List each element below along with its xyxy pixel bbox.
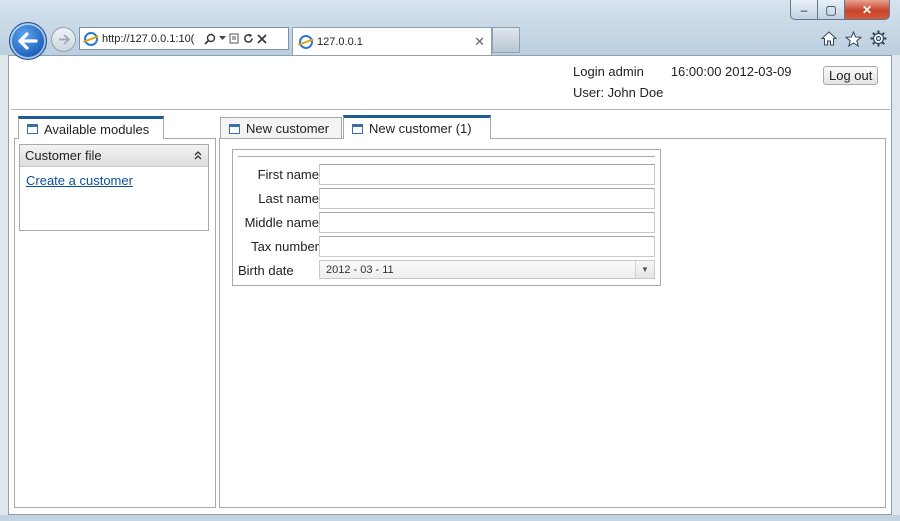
last-name-row: Last name	[233, 187, 662, 211]
refresh-icon[interactable]	[243, 33, 254, 44]
tax-number-label: Tax number	[251, 239, 319, 254]
section-header[interactable]: Customer file	[20, 145, 208, 167]
gear-icon[interactable]	[869, 29, 888, 48]
main-panel: New customer New customer (1) First name…	[218, 112, 886, 508]
form-divider	[238, 156, 655, 157]
window-icon	[229, 123, 240, 134]
clock-text: 16:00:00 2012-03-09	[670, 64, 792, 79]
arrow-left-icon	[18, 32, 38, 50]
address-url[interactable]: http://127.0.0.1:10(	[102, 33, 200, 45]
stop-icon[interactable]	[257, 33, 267, 44]
ie-logo-icon	[84, 31, 98, 46]
birth-date-label: Birth date	[238, 263, 294, 278]
window-icon	[352, 123, 363, 134]
chevron-down-icon[interactable]: ▼	[635, 261, 654, 278]
search-icon[interactable]	[204, 33, 216, 45]
birth-date-value: 2012 - 03 - 11	[326, 263, 394, 276]
window-frame-bottom	[0, 515, 900, 521]
collapse-icon[interactable]	[194, 151, 202, 160]
middle-name-label: Middle name	[244, 215, 319, 230]
forward-button[interactable]	[51, 27, 76, 52]
tab-new-customer-1[interactable]: New customer (1)	[343, 115, 491, 139]
modules-panel: Available modules Customer file Create a…	[14, 112, 216, 508]
browser-tab[interactable]: 127.0.0.1 ✕	[292, 27, 492, 55]
arrow-right-icon	[58, 34, 70, 45]
first-name-label: First name	[257, 167, 319, 182]
first-name-row: First name	[233, 163, 662, 187]
tab-label: New customer (1)	[369, 121, 472, 136]
login-text: Login admin	[573, 64, 644, 79]
first-name-field[interactable]	[319, 164, 655, 185]
tab-new-customer[interactable]: New customer	[220, 117, 342, 139]
tab-label: New customer	[246, 121, 330, 136]
last-name-label: Last name	[258, 191, 319, 206]
middle-name-row: Middle name	[233, 211, 662, 235]
tax-number-row: Tax number	[233, 235, 662, 259]
customer-file-section: Customer file Create a customer	[19, 144, 209, 231]
user-text: User: John Doe	[573, 85, 664, 100]
tab-label: Available modules	[44, 121, 150, 137]
modules-panel-body: Customer file Create a customer	[14, 138, 216, 508]
last-name-field[interactable]	[319, 188, 655, 209]
logout-button[interactable]: Log out	[823, 66, 879, 85]
create-customer-link[interactable]: Create a customer	[26, 173, 133, 188]
home-icon[interactable]	[819, 29, 838, 48]
compatibility-icon[interactable]	[229, 33, 240, 45]
browser-toolbar-icons	[819, 29, 888, 48]
address-tools	[204, 33, 267, 45]
customer-form: First name Last name Middle name Tax num…	[232, 149, 661, 286]
tab-available-modules[interactable]: Available modules	[18, 116, 164, 139]
minimize-button[interactable]: ‒	[790, 0, 818, 20]
section-title: Customer file	[25, 148, 102, 163]
middle-name-field[interactable]	[319, 212, 655, 233]
close-window-button[interactable]: ✕	[845, 0, 890, 20]
browser-chrome: ‒ ▢ ✕ http://127.0.0.1:10( 127.0.0.1 ✕	[0, 0, 900, 60]
window-icon	[27, 124, 38, 134]
back-button[interactable]	[9, 22, 47, 60]
star-icon[interactable]	[844, 29, 863, 48]
window-controls: ‒ ▢ ✕	[790, 0, 890, 20]
browser-tab-title: 127.0.0.1	[317, 35, 363, 48]
address-bar[interactable]: http://127.0.0.1:10(	[79, 27, 289, 50]
session-info: Login admin 16:00:00 2012-03-09 User: Joh…	[573, 61, 792, 103]
new-tab-button[interactable]	[492, 27, 520, 53]
page-viewport: Login admin 16:00:00 2012-03-09 User: Joh…	[8, 55, 892, 515]
close-tab-icon[interactable]: ✕	[474, 34, 485, 50]
tax-number-field[interactable]	[319, 236, 655, 257]
dropdown-arrow-icon[interactable]	[219, 36, 226, 41]
tab-content: First name Last name Middle name Tax num…	[219, 138, 886, 508]
birth-date-row: Birth date 2012 - 03 - 11 ▼	[233, 259, 662, 283]
app-area: Available modules Customer file Create a…	[11, 109, 890, 508]
maximize-button[interactable]: ▢	[818, 0, 845, 20]
birth-date-picker[interactable]: 2012 - 03 - 11 ▼	[319, 260, 655, 279]
ie-logo-icon	[299, 34, 313, 49]
